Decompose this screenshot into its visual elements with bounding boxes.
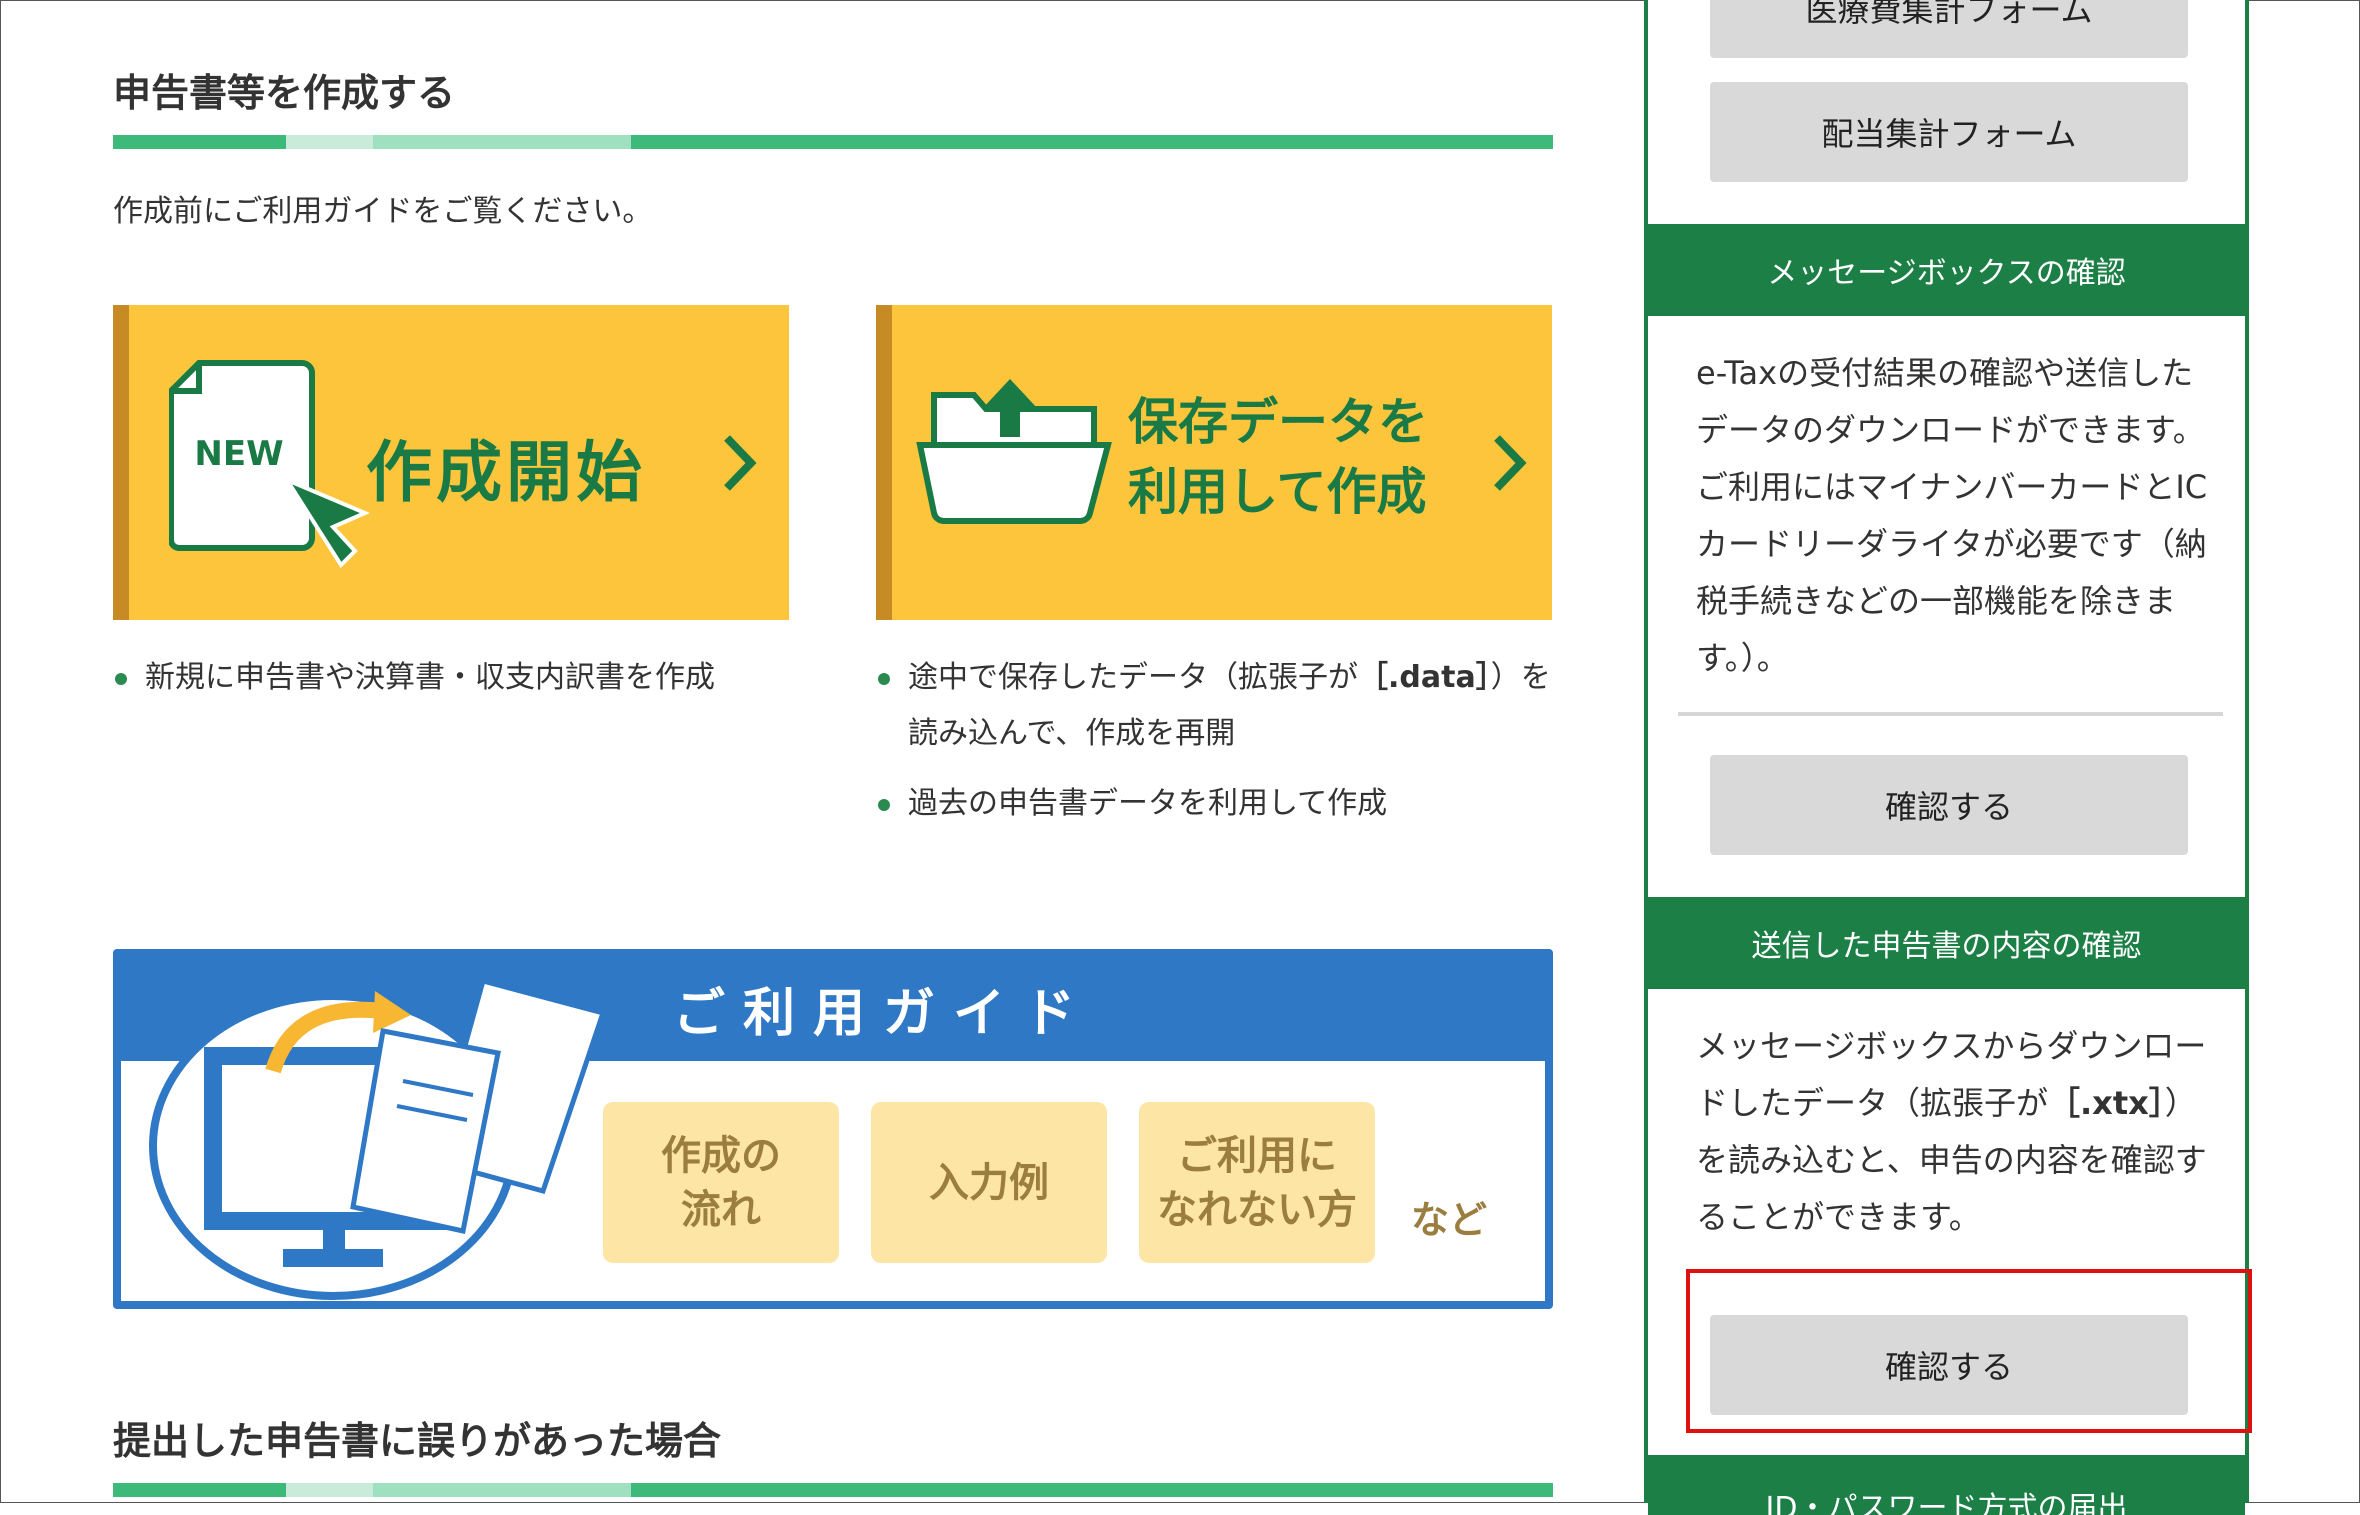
sent-return-heading: 送信した申告書の内容の確認: [1648, 897, 2245, 989]
use-saved-data-button[interactable]: 保存データを 利用して作成: [876, 305, 1552, 620]
message-box-heading: メッセージボックスの確認: [1648, 224, 2245, 316]
guide-tile-examples: 入力例: [871, 1102, 1107, 1263]
title-underline: [113, 1483, 1553, 1497]
guide-tile-flow: 作成の 流れ: [603, 1102, 839, 1263]
folder-upload-icon: [916, 379, 1112, 524]
sidebar: 医療費集計フォーム 配当集計フォーム メッセージボックスの確認 e-Taxの受付…: [1644, 0, 2249, 1515]
medical-expense-form-button[interactable]: 医療費集計フォーム: [1710, 0, 2188, 58]
new-document-icon: NEW: [169, 360, 371, 569]
guide-tile-beginners: ご利用に なれない方: [1139, 1102, 1375, 1263]
create-intro-text: 作成前にご利用ガイドをご覧ください。: [113, 194, 653, 229]
use-saved-data-title: 保存データを 利用して作成: [1128, 393, 1428, 521]
section-title-errors: 提出した申告書に誤りがあった場合: [113, 1419, 722, 1463]
message-box-description: e-Taxの受付結果の確認や送信したデータのダウンロードができます。ご利用にはマ…: [1696, 354, 2208, 677]
title-underline: [113, 135, 1553, 149]
list-item: 途中で保存したデータ（拡張子が［.data］）を読み込んで、作成を再開: [876, 650, 1576, 762]
dividend-form-button[interactable]: 配当集計フォーム: [1710, 82, 2188, 182]
computer-documents-icon: [149, 977, 607, 1300]
list-item: 過去の申告書データを利用して作成: [876, 776, 1576, 832]
chevron-right-icon: [1494, 435, 1527, 491]
guide-etc: など: [1411, 1198, 1488, 1242]
start-new-description: 新規に申告書や決算書・収支内訳書を作成: [113, 650, 715, 706]
saved-data-description: 途中で保存したデータ（拡張子が［.data］）を読み込んで、作成を再開 過去の申…: [876, 650, 1576, 832]
list-item: 新規に申告書や決算書・収支内訳書を作成: [113, 650, 715, 706]
message-box-confirm-button[interactable]: 確認する: [1710, 755, 2188, 855]
usage-guide-title: ご利用ガイド: [673, 984, 1094, 1044]
new-badge: NEW: [194, 434, 283, 474]
sent-return-confirm-button[interactable]: 確認する: [1710, 1315, 2188, 1415]
divider: [1678, 712, 2223, 716]
usage-guide-banner[interactable]: ご利用ガイド 作成の 流れ 入力例 ご利用に なれない方 など: [113, 949, 1553, 1309]
id-password-heading: ID・パスワード方式の届出: [1648, 1455, 2245, 1515]
start-new-button[interactable]: NEW 作成開始: [113, 305, 789, 620]
section-title-create: 申告書等を作成する: [113, 71, 456, 115]
start-new-title: 作成開始: [366, 434, 646, 511]
chevron-right-icon: [724, 435, 757, 491]
sent-return-description: メッセージボックスからダウンロードしたデータ（拡張子が［.xtx］）を読み込むと…: [1696, 1027, 2207, 1236]
